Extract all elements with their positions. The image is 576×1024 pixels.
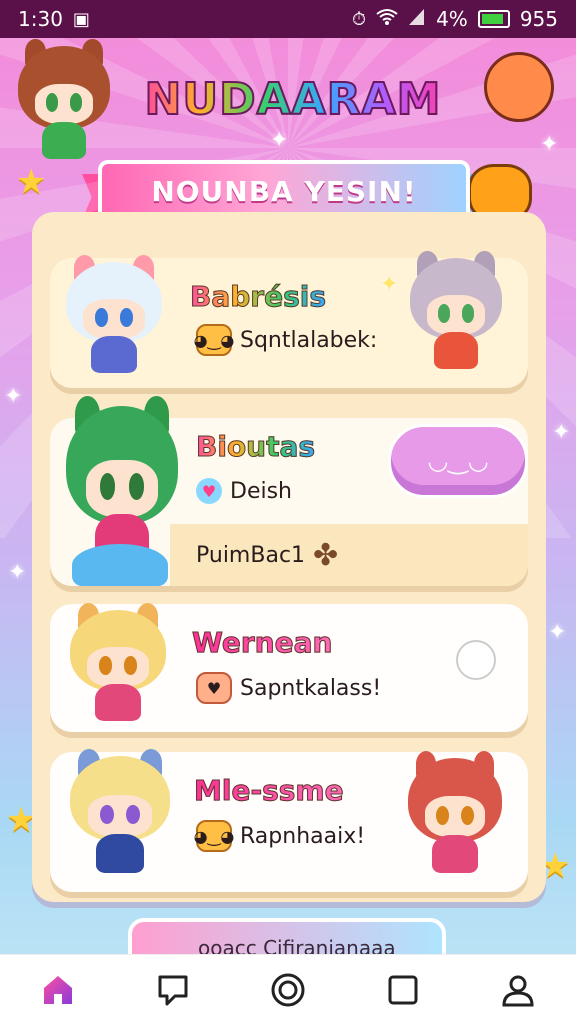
status-time: 1:30 <box>18 7 63 31</box>
wifi-icon <box>376 8 398 31</box>
status-bar: 1:30 ▣ ⏱ 4% 955 <box>0 0 576 38</box>
sparkle-icon: ✦ <box>552 420 571 445</box>
circle-icon <box>271 973 305 1006</box>
card-title: Babrésis <box>189 280 327 314</box>
bottom-navigation <box>0 954 576 1024</box>
card-detail: ◕‿◕ Sqntlalabek: <box>194 324 378 356</box>
battery-icon <box>477 10 510 28</box>
card-title: Wernean <box>191 626 333 660</box>
cat-girl-avatar <box>410 251 502 374</box>
alarm-icon: ⏱ <box>352 8 367 30</box>
chat-icon <box>158 975 188 1005</box>
heart-icon: ♥ <box>196 478 222 504</box>
nav-chat-button[interactable] <box>143 960 203 1020</box>
pink-cloud-mascot-icon: ◡‿◡ <box>388 424 528 498</box>
app-title: NUDAARAM <box>138 73 448 134</box>
character-avatar <box>70 603 166 726</box>
nav-circle-button[interactable] <box>258 960 318 1020</box>
card-detail-text: Sapntkalass! <box>240 675 382 701</box>
fox-mascot-icon <box>484 52 554 122</box>
sparkle-icon: ✦ <box>4 384 23 409</box>
smiley-badge-icon: ◕‿◕ <box>194 324 234 356</box>
image-icon: ▣ <box>72 8 90 30</box>
nav-square-button[interactable] <box>373 960 433 1020</box>
sparkle-icon: ✦ <box>540 132 559 157</box>
card-title: Mle-ssme <box>194 774 345 808</box>
character-avatar <box>70 748 170 878</box>
ghost-mascot-icon <box>456 640 496 680</box>
star-icon: ★ <box>16 162 47 202</box>
card-detail-text: Rapnhaaix! <box>240 823 366 849</box>
home-icon <box>43 975 72 1004</box>
nav-home-button[interactable] <box>28 960 88 1020</box>
card-detail: ♥ Deish <box>196 478 292 504</box>
sparkle-icon: ✦ <box>380 272 399 297</box>
card-title: Bioutas <box>195 430 316 464</box>
card-subdetail: PuimBac1 ✤ <box>196 538 338 573</box>
status-extra: 955 <box>519 7 558 31</box>
card-detail: ♥ Sapntkalass! <box>196 672 381 704</box>
sparkle-icon: ✦ <box>548 620 567 645</box>
card-detail-text: Sqntlalabek: <box>240 327 378 353</box>
profile-icon <box>502 975 534 1006</box>
card-subdetail-text: PuimBac1 <box>196 543 306 568</box>
signal-icon <box>408 8 426 31</box>
red-hair-girl-avatar <box>408 750 502 878</box>
card-detail: ◕‿◕ Rapnhaaix! <box>194 820 366 852</box>
blue-cushion-icon <box>72 544 168 586</box>
smiley-badge-icon: ◕‿◕ <box>194 820 234 852</box>
sparkle-icon: ✦ <box>8 560 27 585</box>
battery-percent: 4% <box>436 7 468 31</box>
square-icon <box>388 975 418 1004</box>
card-detail-text: Deish <box>230 478 292 504</box>
character-avatar <box>66 255 162 378</box>
nav-profile-button[interactable] <box>488 960 548 1020</box>
corner-girl-avatar <box>18 38 110 164</box>
heart-badge-icon: ♥ <box>196 672 232 704</box>
chocolate-icon: ✤ <box>313 538 339 573</box>
